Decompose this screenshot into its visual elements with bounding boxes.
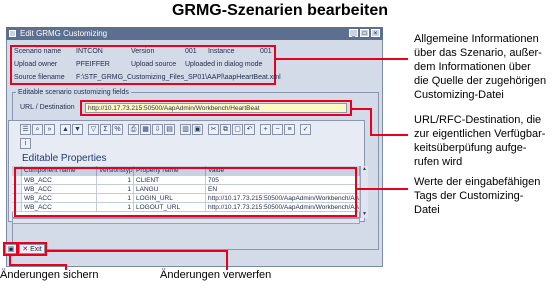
annotation-line: Werte der eingabefähigen bbox=[414, 176, 541, 188]
connector-url-b bbox=[370, 108, 372, 136]
filter-icon[interactable]: ▽ bbox=[88, 124, 99, 135]
find-next-icon[interactable]: » bbox=[44, 124, 55, 135]
subtotal-icon[interactable]: % bbox=[112, 124, 123, 135]
cut-icon[interactable]: ✂ bbox=[208, 124, 219, 135]
annotation-url: URL/RFC-Destination, die zur eigentliche… bbox=[414, 113, 545, 169]
window-title: Edit GRMG Customizing bbox=[20, 29, 108, 38]
copy-row-icon[interactable]: ≡ bbox=[284, 124, 295, 135]
scenario-name-value: INTCON bbox=[76, 48, 103, 55]
annotation-line: dem Informationen über bbox=[414, 61, 531, 73]
paste-icon[interactable]: ▢ bbox=[232, 124, 243, 135]
fields-group-title: Editable scenario customizing fields bbox=[16, 89, 131, 96]
annotation-line: URL/RFC-Destination, die bbox=[414, 114, 542, 126]
connector-save-b bbox=[9, 264, 67, 266]
window-titlebar: Edit GRMG Customizing _ □ × bbox=[6, 27, 383, 40]
connector-url-a bbox=[352, 108, 370, 110]
annotation-general: Allgemeine Informationen über das Szenar… bbox=[414, 32, 546, 102]
version-value: 001 bbox=[185, 48, 197, 55]
sum-icon[interactable]: Σ bbox=[100, 124, 111, 135]
scroll-up-icon[interactable]: ▲ bbox=[361, 166, 368, 173]
annotation-tags: Werte der eingabefähigen Tags der Custom… bbox=[414, 175, 540, 217]
source-filename-label: Source filename bbox=[14, 74, 65, 81]
page-heading: GRMG-Szenarien bearbeiten bbox=[171, 2, 389, 19]
table-toolbar: ☰ ⌕ » ▲ ▼ ▽ Σ % ⎙ ▦ ⇩ ▤ ▥ ▣ ✂ ⧉ ▢ ↶ + − … bbox=[20, 124, 360, 136]
view-icon[interactable]: ▦ bbox=[140, 124, 151, 135]
annotation-line: rufen wird bbox=[414, 156, 463, 168]
sort-ascending-icon[interactable]: ▲ bbox=[60, 124, 71, 135]
graphic-icon[interactable]: ▤ bbox=[164, 124, 175, 135]
instance-label: Instance bbox=[208, 48, 235, 55]
save-highlight bbox=[3, 242, 18, 256]
editable-properties-title: Editable Properties bbox=[22, 153, 107, 164]
save-layout-icon[interactable]: ▣ bbox=[192, 124, 203, 135]
url-highlight bbox=[80, 100, 352, 116]
sort-descending-icon[interactable]: ▼ bbox=[72, 124, 83, 135]
table-horizontal-scrollbar[interactable] bbox=[12, 218, 360, 224]
copy-icon[interactable]: ⧉ bbox=[220, 124, 231, 135]
editable-tags-highlight bbox=[14, 167, 357, 217]
annotation-line: keitsüberpüfung aufge- bbox=[414, 142, 527, 154]
annotation-line: Tags der Customizing- bbox=[414, 190, 524, 202]
undo-icon[interactable]: ↶ bbox=[244, 124, 255, 135]
annotation-line: zur eigentlichen Verfügbar- bbox=[414, 128, 546, 140]
source-filename-value: F:\STF_GRMG_Customizing_Files_SP01\AAPl\… bbox=[76, 74, 281, 81]
annotation-save: Änderungen sichern bbox=[0, 269, 99, 281]
instance-value: 001 bbox=[260, 48, 272, 55]
annotation-line: Allgemeine Informationen bbox=[414, 33, 539, 45]
annotation-line: die Quelle der zugehörigen bbox=[414, 75, 547, 87]
export-icon[interactable]: ⇩ bbox=[152, 124, 163, 135]
details-icon[interactable]: ☰ bbox=[20, 124, 31, 135]
delete-row-icon[interactable]: − bbox=[272, 124, 283, 135]
connector-general bbox=[276, 58, 408, 60]
url-destination-label: URL / Destination bbox=[20, 104, 75, 111]
layout-icon[interactable]: ▥ bbox=[180, 124, 191, 135]
annotation-line: Datei bbox=[414, 204, 440, 216]
annotation-line: über das Szenario, außer- bbox=[414, 47, 542, 59]
check-icon[interactable]: ✓ bbox=[300, 124, 311, 135]
window-app-icon bbox=[9, 30, 16, 37]
close-window-button[interactable]: × bbox=[371, 29, 380, 37]
connector-discard-b bbox=[226, 250, 228, 270]
upload-owner-value: PFEIFFER bbox=[76, 61, 110, 68]
info-icon[interactable]: i bbox=[20, 138, 31, 149]
annotation-discard: Änderungen verwerfen bbox=[160, 269, 272, 281]
maximize-button[interactable]: □ bbox=[360, 29, 369, 37]
version-label: Version bbox=[131, 48, 155, 55]
insert-row-icon[interactable]: + bbox=[260, 124, 271, 135]
connector-url-c bbox=[370, 134, 408, 136]
upload-owner-label: Upload owner bbox=[14, 61, 58, 68]
exit-highlight bbox=[17, 242, 47, 256]
connector-discard-a bbox=[45, 250, 227, 252]
upload-source-value: Uploaded in dialog mode bbox=[185, 61, 263, 68]
table-vertical-scrollbar[interactable]: ▲ ▼ bbox=[360, 166, 368, 218]
scroll-down-icon[interactable]: ▼ bbox=[361, 211, 368, 218]
connector-tags bbox=[357, 188, 408, 190]
find-icon[interactable]: ⌕ bbox=[32, 124, 43, 135]
upload-source-label: Upload source bbox=[131, 61, 177, 68]
minimize-button[interactable]: _ bbox=[349, 29, 358, 37]
print-icon[interactable]: ⎙ bbox=[128, 124, 139, 135]
annotation-line: Customizing-Datei bbox=[414, 89, 504, 101]
scenario-name-label: Scenario name bbox=[14, 48, 62, 55]
